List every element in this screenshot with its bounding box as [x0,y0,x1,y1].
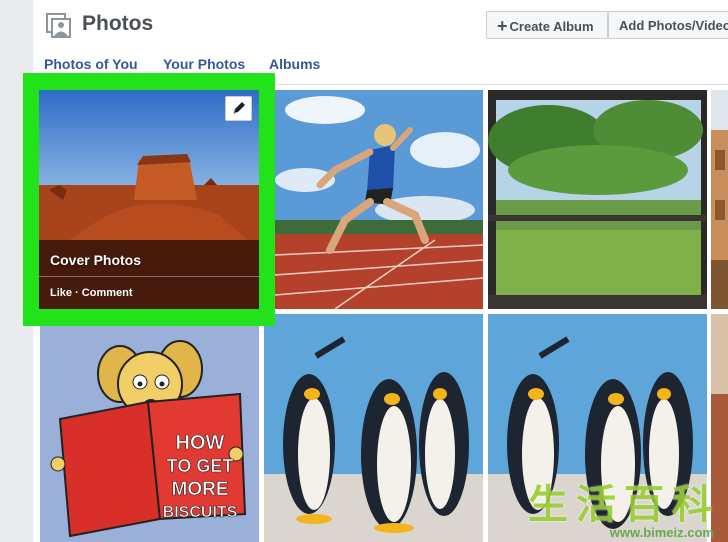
photos-album-icon [46,13,71,38]
photo-garden-view[interactable] [488,90,707,309]
create-album-label: Create Album [509,19,594,34]
cover-divider [39,276,259,277]
watermark-text: 生活百科 [528,483,720,527]
garden-view-image [488,90,707,309]
tab-your-photos[interactable]: Your Photos [163,56,245,72]
like-comment-links[interactable]: Like · Comment [50,287,133,299]
page-title: Photos [82,12,154,35]
plus-icon: + [497,16,508,36]
book-line-1: HOW [176,432,225,454]
tab-photos-of-you[interactable]: Photos of You [44,56,138,72]
photo-dog-book-cartoon[interactable]: HOW TO GET MORE BISCUITS [40,314,259,542]
photo-building-partial[interactable] [711,90,728,309]
edit-album-button[interactable] [225,96,252,121]
watermark-url: www.bimeiz.com [609,525,714,540]
add-photos-video-button[interactable]: Add Photos/Video [608,11,728,39]
building-image [711,90,728,309]
cover-photos-album[interactable]: Cover Photos Like · Comment [39,90,259,309]
dog-book-image: HOW TO GET MORE BISCUITS [40,314,259,542]
cover-photos-title[interactable]: Cover Photos [50,252,141,268]
tab-albums[interactable]: Albums [269,56,320,72]
book-line-4: BISCUITS [163,504,238,521]
penguins-image-1 [264,314,483,542]
pencil-icon [233,102,245,114]
photo-penguins-1[interactable] [264,314,483,542]
photo-sprinter[interactable] [275,90,483,309]
book-line-3: MORE [172,479,229,500]
add-photos-video-label: Add Photos/Video [619,18,728,33]
create-album-button[interactable]: + Create Album [486,11,608,39]
book-line-2: TO GET [167,456,234,476]
sprinter-image [275,90,483,309]
